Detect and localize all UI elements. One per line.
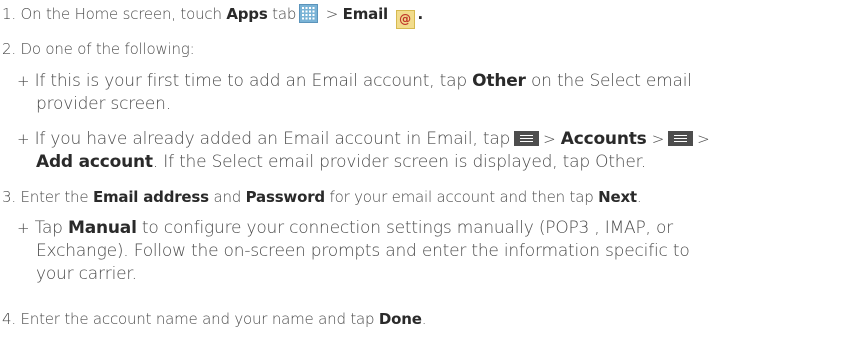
step-number: 3.: [2, 188, 16, 206]
bullet-first-time-cont: provider screen.: [36, 94, 171, 114]
email-address-label: Email address: [92, 188, 209, 206]
step-number: 4.: [2, 310, 16, 328]
bullet-marker: +: [17, 219, 30, 237]
next-label: Next: [598, 188, 637, 206]
manual-label: Manual: [68, 218, 137, 238]
accounts-label: Accounts: [560, 129, 647, 149]
menu-icon: [668, 131, 694, 146]
bullet-manual: + Tap Manual to configure your connectio…: [17, 218, 673, 238]
done-label: Done: [378, 310, 422, 328]
step-2: 2. Do one of the following:: [2, 40, 195, 58]
other-label: Other: [472, 71, 526, 91]
apps-label: Apps: [226, 5, 268, 23]
bullet-marker: +: [17, 72, 30, 90]
step-number: 1.: [2, 5, 16, 23]
step-3: 3. Enter the Email address and Password …: [2, 188, 642, 206]
bullet-manual-cont-1: Exchange). Follow the on-screen prompts …: [36, 241, 690, 261]
add-account-label: Add account: [36, 152, 153, 172]
bullet-already-added-cont: Add account. If the Select email provide…: [36, 152, 647, 172]
step-1: 1. On the Home screen, touch Apps tab > …: [2, 4, 423, 29]
bullet-marker: +: [17, 130, 30, 148]
apps-grid-icon: [299, 4, 319, 23]
step-4: 4. Enter the account name and your name …: [2, 310, 427, 328]
email-label: Email: [342, 5, 388, 23]
bullet-manual-cont-2: your carrier.: [36, 264, 137, 284]
step-number: 2.: [2, 40, 16, 58]
menu-icon: [514, 131, 540, 146]
email-at-icon: @: [395, 10, 415, 29]
bullet-already-added: + If you have already added an Email acc…: [17, 129, 710, 149]
bullet-first-time: + If this is your first time to add an E…: [17, 71, 692, 91]
password-label: Password: [245, 188, 325, 206]
